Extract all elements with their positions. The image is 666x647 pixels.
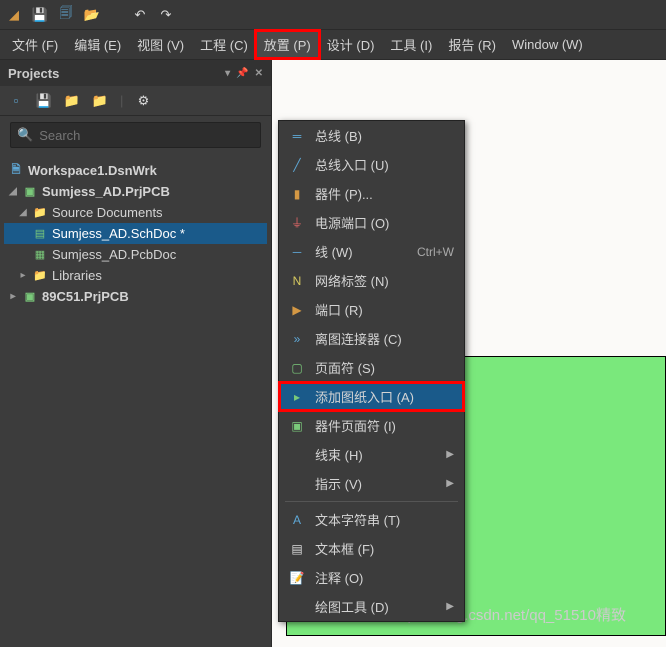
netlabel-icon: N — [289, 273, 305, 289]
project-icon: ▣ — [22, 290, 38, 304]
place-dropdown: ═总线 (B) ╱总线入口 (U) ▮器件 (P)... ⏚电源端口 (O) ─… — [278, 120, 465, 622]
separator — [285, 501, 458, 502]
dd-text-frame[interactable]: ▤文本框 (F) — [279, 534, 464, 563]
projects-panel: Projects ▾ 📌 ✕ ▫ 💾 📁 📁 | ⚙ 🔍 🗎 Workspace… — [0, 60, 272, 647]
dd-note[interactable]: 📝注释 (O) — [279, 563, 464, 592]
bus-icon: ═ — [289, 128, 305, 144]
project-icon: ▣ — [22, 185, 38, 199]
folder-icon: 📁 — [32, 206, 48, 220]
dd-bus[interactable]: ═总线 (B) — [279, 121, 464, 150]
save-icon[interactable]: 💾 — [32, 7, 48, 23]
dd-offsheet[interactable]: »离图连接器 (C) — [279, 324, 464, 353]
frame-icon: ▤ — [289, 541, 305, 557]
dd-wire[interactable]: ─线 (W)Ctrl+W — [279, 237, 464, 266]
dd-part[interactable]: ▮器件 (P)... — [279, 179, 464, 208]
chevron-right-icon: ▶ — [446, 449, 454, 460]
schematic-icon: ▤ — [32, 227, 48, 241]
menu-design[interactable]: 设计 (D) — [319, 31, 383, 58]
dd-net-label[interactable]: N网络标签 (N) — [279, 266, 464, 295]
sheet-entry-icon: ▸ — [289, 389, 305, 405]
text-icon: A — [289, 512, 305, 528]
chevron-right-icon: ▶ — [446, 478, 454, 489]
workspace-icon: 🗎 — [8, 164, 24, 178]
panel-title: Projects — [8, 66, 59, 81]
top-toolbar: ◢ 💾 🗐 📂 ↶ ↷ — [0, 0, 666, 30]
search-icon: 🔍 — [17, 127, 33, 143]
save-all-icon[interactable]: 🗐 — [58, 7, 74, 23]
open-folder-icon[interactable]: 📂 — [84, 7, 100, 23]
save-panel-icon[interactable]: 💾 — [36, 93, 52, 109]
menu-project[interactable]: 工程 (C) — [192, 31, 256, 58]
tree-project1[interactable]: ◢ ▣ Sumjess_AD.PrjPCB — [4, 181, 267, 202]
search-box[interactable]: 🔍 — [10, 122, 261, 148]
bus-entry-icon: ╱ — [289, 157, 305, 173]
wire-icon: ─ — [289, 244, 305, 260]
menu-report[interactable]: 报告 (R) — [440, 31, 504, 58]
offsheet-icon: » — [289, 331, 305, 347]
folder-icon: 📁 — [32, 269, 48, 283]
dd-port[interactable]: ▶端口 (R) — [279, 295, 464, 324]
submenu-icon — [289, 476, 305, 492]
port-icon: ▶ — [289, 302, 305, 318]
new-file-icon[interactable]: ▫ — [8, 93, 24, 109]
power-icon: ⏚ — [289, 215, 305, 231]
dd-drawing[interactable]: 绘图工具 (D)▶ — [279, 592, 464, 621]
tree-pcbdoc[interactable]: ▦ Sumjess_AD.PcbDoc — [4, 244, 267, 265]
caret-down-icon[interactable]: ◢ — [8, 186, 18, 197]
menu-window[interactable]: Window (W) — [504, 33, 591, 56]
pcb-icon: ▦ — [32, 248, 48, 262]
device-sheet-icon: ▣ — [289, 418, 305, 434]
gear-icon[interactable]: ⚙ — [135, 93, 151, 109]
dd-device-sheet[interactable]: ▣器件页面符 (I) — [279, 411, 464, 440]
search-input[interactable] — [39, 128, 254, 143]
caret-right-icon[interactable]: ▸ — [8, 291, 18, 302]
dd-sheet-symbol[interactable]: ▢页面符 (S) — [279, 353, 464, 382]
tree-project2[interactable]: ▸ ▣ 89C51.PrjPCB — [4, 286, 267, 307]
sheet-icon: ▢ — [289, 360, 305, 376]
menu-place[interactable]: 放置 (P) — [256, 31, 319, 58]
submenu-icon — [289, 447, 305, 463]
chevron-right-icon: ▶ — [446, 601, 454, 612]
panel-close-icon[interactable]: ✕ — [255, 68, 263, 79]
tree-schdoc[interactable]: ▤ Sumjess_AD.SchDoc * — [4, 223, 267, 244]
tree-workspace[interactable]: 🗎 Workspace1.DsnWrk — [4, 160, 267, 181]
panel-pin-icon[interactable]: 📌 — [236, 68, 248, 79]
folder2-icon[interactable]: 📁 — [92, 93, 108, 109]
dd-sheet-entry[interactable]: ▸添加图纸入口 (A) — [279, 382, 464, 411]
project-tree: 🗎 Workspace1.DsnWrk ◢ ▣ Sumjess_AD.PrjPC… — [0, 154, 271, 313]
undo-icon[interactable]: ↶ — [132, 7, 148, 23]
submenu-icon — [289, 599, 305, 615]
dd-harness[interactable]: 线束 (H)▶ — [279, 440, 464, 469]
dd-bus-entry[interactable]: ╱总线入口 (U) — [279, 150, 464, 179]
panel-header: Projects ▾ 📌 ✕ — [0, 60, 271, 86]
menu-tools[interactable]: 工具 (I) — [382, 31, 440, 58]
caret-down-icon[interactable]: ◢ — [18, 207, 28, 218]
menu-view[interactable]: 视图 (V) — [129, 31, 192, 58]
menu-file[interactable]: 文件 (F) — [4, 31, 66, 58]
tree-libraries[interactable]: ▸ 📁 Libraries — [4, 265, 267, 286]
dd-text-string[interactable]: A文本字符串 (T) — [279, 505, 464, 534]
menu-edit[interactable]: 编辑 (E) — [66, 31, 129, 58]
tree-source-docs[interactable]: ◢ 📁 Source Documents — [4, 202, 267, 223]
dd-power-port[interactable]: ⏚电源端口 (O) — [279, 208, 464, 237]
note-icon: 📝 — [289, 570, 305, 586]
folder-icon[interactable]: 📁 — [64, 93, 80, 109]
dd-directives[interactable]: 指示 (V)▶ — [279, 469, 464, 498]
menubar: 文件 (F) 编辑 (E) 视图 (V) 工程 (C) 放置 (P) 设计 (D… — [0, 30, 666, 60]
caret-right-icon[interactable]: ▸ — [18, 270, 28, 281]
panel-dropdown-icon[interactable]: ▾ — [225, 68, 230, 79]
logo-icon: ◢ — [6, 7, 22, 23]
panel-toolbar: ▫ 💾 📁 📁 | ⚙ — [0, 86, 271, 116]
redo-icon[interactable]: ↷ — [158, 7, 174, 23]
part-icon: ▮ — [289, 186, 305, 202]
